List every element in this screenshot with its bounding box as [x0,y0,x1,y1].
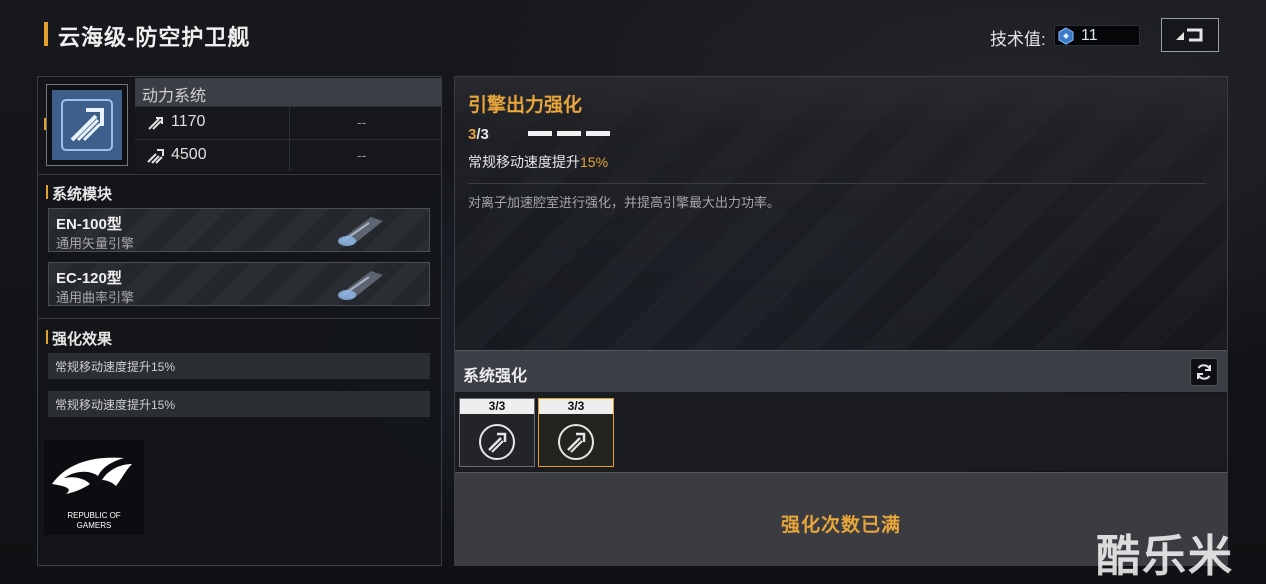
detail-title: 引擎出力强化 [468,95,583,116]
modules-title: 系统模块 [52,186,113,203]
tech-value: 11 [1081,26,1098,44]
svg-text:GAMERS: GAMERS [77,521,112,530]
boost-arrow-icon [147,149,164,164]
module-subtitle: 通用曲率引擎 [56,290,135,305]
engine-module-icon [338,271,383,300]
thruster-upgrade-icon [479,424,515,460]
stat-row: 1170 -- [135,106,441,138]
thruster-system-icon [52,90,122,160]
level-indicator: 3/3 [468,126,489,143]
divider [38,174,441,175]
detail-divider [468,183,1206,184]
stat-row: 4500 -- [135,139,441,171]
section-accent [46,185,48,199]
stat-secondary: -- [357,114,367,130]
enhance-title: 系统强化 [463,368,528,385]
level-bar [557,131,581,136]
enhance-header [455,350,1227,392]
enhance-slot-selected[interactable]: 3/3 [538,398,614,467]
level-bar [586,131,610,136]
effects-title: 强化效果 [52,331,113,348]
detail-effect: 常规移动速度提升15% [468,152,608,172]
module-name: EN-100型 [56,216,122,233]
stat-value: 4500 [171,146,207,163]
detail-description: 对离子加速腔室进行强化，并提高引擎最大出力功率。 [468,195,781,210]
return-button[interactable] [1161,18,1219,52]
system-name: 动力系统 [142,88,207,105]
effect-text: 常规移动速度提升15% [55,398,176,412]
enhance-slot[interactable]: 3/3 [459,398,535,467]
module-card-en100[interactable]: EN-100型 通用矢量引擎 [48,208,430,252]
refresh-button[interactable] [1190,358,1218,386]
stat-value: 1170 [171,113,206,130]
section-accent [46,330,48,344]
thruster-upgrade-icon [558,424,594,460]
module-name: EC-120型 [56,270,122,287]
detail-area [455,77,1227,349]
slot-count: 3/3 [539,399,613,414]
effect-text: 常规移动速度提升15% [55,360,176,374]
slot-count: 3/3 [460,399,534,414]
tech-value-label: 技术值: [990,30,1046,49]
divider [38,318,441,319]
effect-row: 常规移动速度提升15% [48,353,430,379]
stat-secondary: -- [357,147,367,163]
tech-value-box: 11 [1054,25,1140,46]
module-card-ec120[interactable]: EC-120型 通用曲率引擎 [48,262,430,306]
watermark: 酷乐米 [1096,532,1234,581]
title-accent [44,22,48,46]
svg-text:REPUBLIC OF: REPUBLIC OF [67,511,120,520]
page-title: 云海级-防空护卫舰 [58,25,251,50]
module-subtitle: 通用矢量引擎 [56,236,135,251]
level-max: /3 [476,126,489,143]
level-bar [528,131,552,136]
return-arrow-icon [1176,28,1203,42]
speed-arrow-icon [148,117,163,130]
engine-module-icon [338,217,383,246]
rog-logo: REPUBLIC OF GAMERS [44,440,144,535]
effect-row: 常规移动速度提升15% [48,391,430,417]
detail-effect-label: 常规移动速度提升 [468,154,580,170]
detail-effect-value: 15% [580,154,609,170]
refresh-icon [1197,364,1211,380]
system-accent-bar [44,118,46,130]
tech-point-icon [1058,26,1074,45]
